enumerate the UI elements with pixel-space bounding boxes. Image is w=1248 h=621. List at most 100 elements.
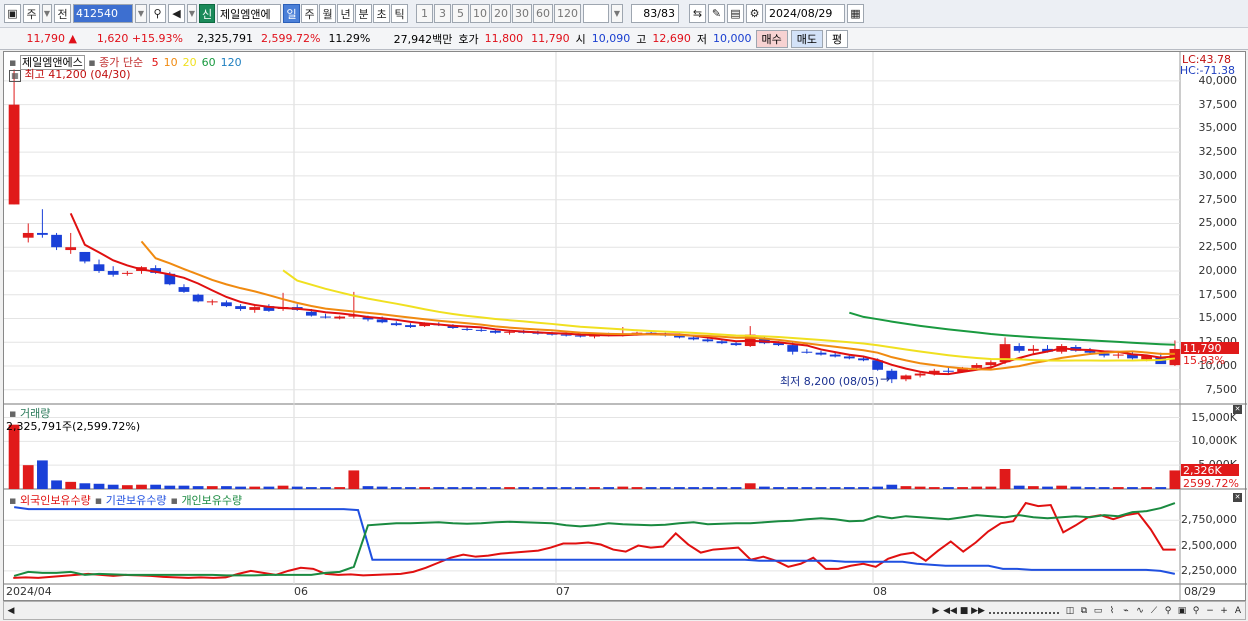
save-icon[interactable]: ▤ [727,4,744,23]
tool-icon[interactable]: ▣ [1175,603,1189,618]
stock-name-field: 제일엠앤에 [217,4,281,23]
search-icon[interactable]: ⚲ [149,4,166,23]
bottom-scrollbar[interactable]: ◀ ▶ ◀◀ ■ ▶▶ ◫ ⧉ ▭ ⌇ ⌁ ∿ ⟋ ⚲ ▣ ⚲ − + A [3,601,1246,620]
tool-icon[interactable]: ⚲ [1161,603,1175,618]
eval-button[interactable]: 평 [826,29,849,48]
volume-bar [65,481,77,489]
candle-body [475,329,487,331]
ma-line-60 [849,311,1175,346]
chart-area[interactable]: ▪ 제일엠앤에스 ▪ 종가 단순 5 10 20 60 120 ▦ 최고 41,200 … [3,51,1247,602]
tool-icon[interactable]: ∿ [1133,603,1147,618]
pane-close-icon[interactable]: ✕ [1233,493,1242,502]
tab-0[interactable]: 일 [283,4,300,23]
holdings-line-foreign [13,501,1176,579]
tool-icon[interactable]: ◫ [1063,603,1077,618]
draw-icon[interactable]: ✎ [708,4,725,23]
custom-period-input[interactable] [583,4,609,23]
volume-bar [22,465,34,489]
candle-body [1013,346,1025,351]
interval-5[interactable]: 5 [452,4,469,23]
stop-icon[interactable]: ■ [957,603,971,618]
auto-scale-icon[interactable]: A [1231,603,1245,618]
volume-pct-badge: 2599.72% [1183,476,1239,490]
tool-icon[interactable]: ▭ [1091,603,1105,618]
interval-1[interactable]: 1 [416,4,433,23]
zoom-slider[interactable] [989,608,1059,614]
date-input[interactable]: 2024/08/29 [765,4,845,23]
low-price: 10,000 [713,32,752,45]
x-axis-label: 06 [294,585,308,598]
volume-bar [305,487,317,489]
legend-bullet-icon: ▪ [9,494,20,507]
period-type-select[interactable]: 주 [23,4,40,23]
volume-bar [136,484,147,489]
candle-body [320,316,331,318]
gear-icon[interactable]: ⚙ [746,4,763,23]
tool-icon[interactable]: ⌁ [1119,603,1133,618]
interval-120[interactable]: 120 [554,4,581,23]
layout-icon[interactable]: ▣ [4,4,21,23]
volume-bar [659,487,671,489]
volume-bar [461,487,473,489]
interval-60[interactable]: 60 [533,4,553,23]
volume-bar [277,485,289,489]
code-dropdown-icon[interactable]: ▼ [135,4,147,23]
tool-icon[interactable]: ⌇ [1105,603,1119,618]
x-axis-label: 2024/04 [6,585,52,598]
rewind-icon[interactable]: ◀◀ [943,603,957,618]
holdings-series-2: 개인보유수량 [181,494,243,507]
tab-5[interactable]: 초 [373,4,390,23]
calendar-icon[interactable]: ▦ [847,4,864,23]
custom-dropdown-icon[interactable]: ▼ [611,4,623,23]
ma-line-20 [282,269,1176,362]
stock-code-input[interactable]: 412540 [73,4,133,23]
data-count-field[interactable]: 83/83 [631,4,679,23]
volume-bar [801,487,813,489]
zoom-icon[interactable]: ⚲ [1189,603,1203,618]
interval-3[interactable]: 3 [434,4,451,23]
tab-2[interactable]: 월 [319,4,336,23]
tab-6[interactable]: 틱 [391,4,408,23]
holdings-y-tick: 2,750,000 [1181,513,1237,527]
calendar-small-icon[interactable]: ▦ [9,70,21,82]
tool-icon[interactable]: ⧉ [1077,603,1091,618]
volume-bar [178,485,190,489]
pane-close-icon[interactable]: ✕ [1233,405,1242,414]
play-icon[interactable]: ▶ [929,603,943,618]
volume-bar [787,487,799,489]
tab-4[interactable]: 분 [355,4,372,23]
volume-bar [221,486,232,489]
scroll-left-icon[interactable]: ◀ [4,603,18,618]
speaker-icon[interactable]: ◀ [168,4,185,23]
interval-20[interactable]: 20 [491,4,511,23]
volume-bar [1070,486,1082,489]
interval-30[interactable]: 30 [512,4,532,23]
chart-canvas[interactable] [4,52,1247,602]
compare-icon[interactable]: ⇆ [689,4,706,23]
tab-1[interactable]: 주 [301,4,318,23]
zoom-in-icon[interactable]: + [1217,603,1231,618]
tool-icon[interactable]: ⟋ [1147,603,1161,618]
candle-body [688,337,699,340]
volume-bar [603,487,615,489]
speaker-dropdown-icon[interactable]: ▼ [187,4,197,23]
buy-button[interactable]: 매수 [755,29,788,48]
price-y-tick: 22,500 [1198,240,1238,254]
sell-button[interactable]: 매도 [790,29,824,48]
volume-value: 2,325,791 [197,32,253,45]
volume-bar [1098,487,1110,489]
dropdown-arrow-icon[interactable]: ▼ [42,4,52,23]
price-y-tick: 7,500 [1205,382,1238,396]
quote-bar: 11,790 ▲ 1,620 +15.93% 2,325,791 2,599.7… [0,28,1248,50]
prev-button[interactable]: 전 [54,4,71,23]
volume-bar [504,487,515,489]
holdings-y-tick: 2,500,000 [1181,538,1237,552]
fast-forward-icon[interactable]: ▶▶ [971,603,985,618]
volume-bar [518,487,530,489]
volume-bar [490,487,501,489]
interval-10[interactable]: 10 [470,4,490,23]
zoom-out-icon[interactable]: − [1203,603,1217,618]
tab-3[interactable]: 년 [337,4,354,23]
price-y-tick: 32,500 [1198,145,1238,159]
volume-bar [589,487,600,489]
